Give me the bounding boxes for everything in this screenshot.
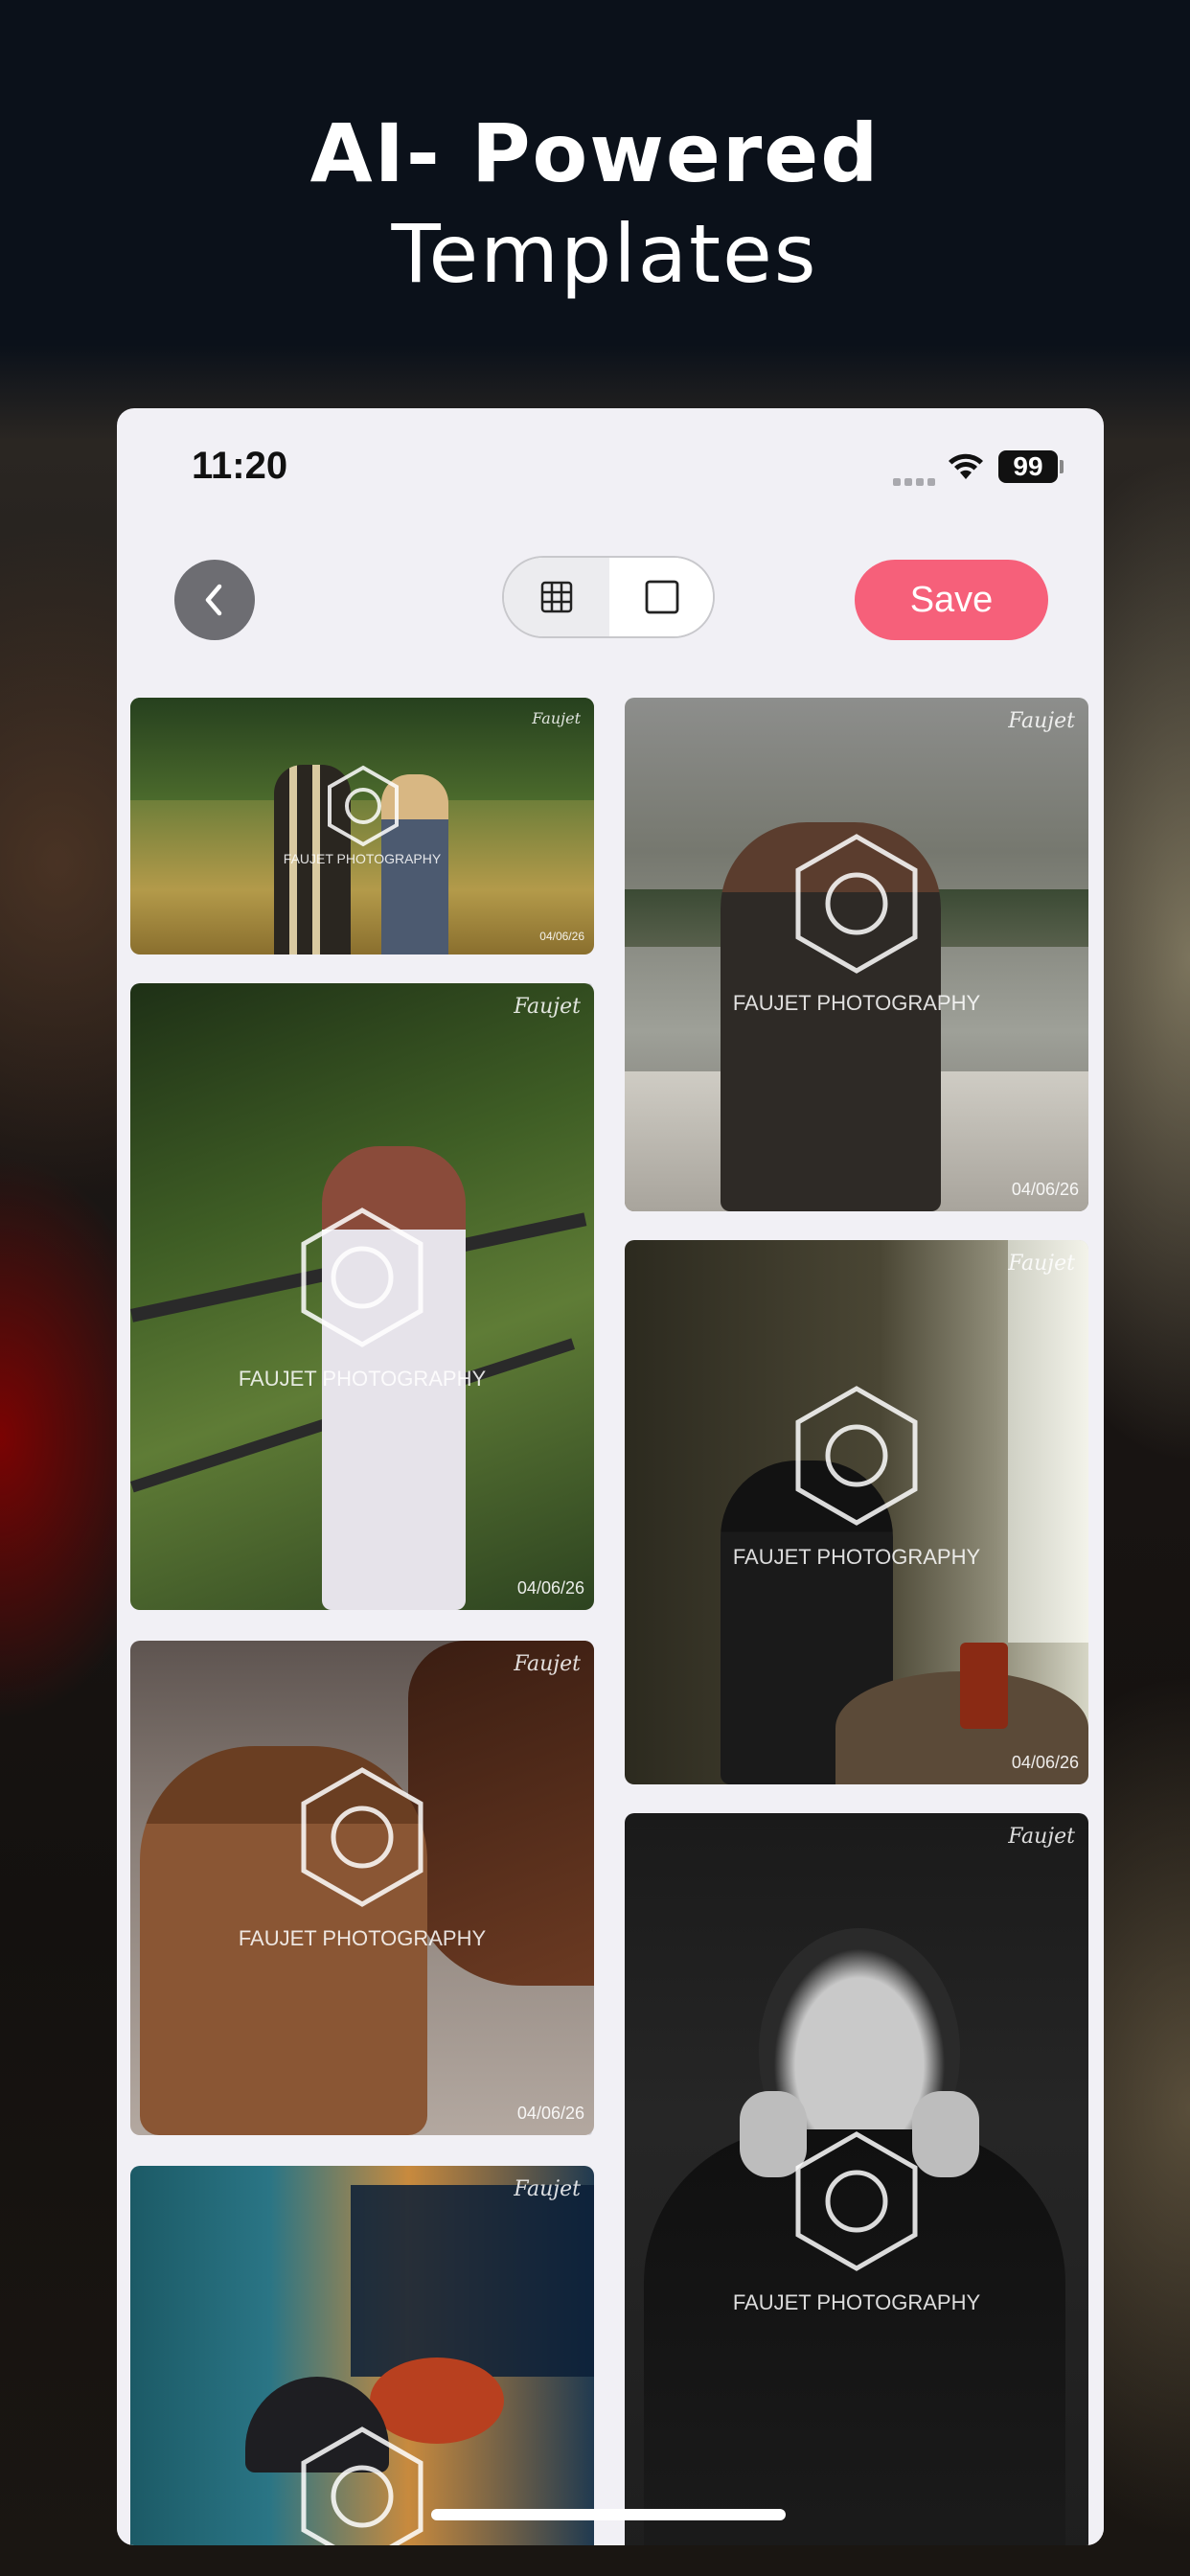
signature-text: Faujet [1008,1252,1075,1276]
watermark-logo-icon [301,1208,423,1347]
photo-tile[interactable]: FAUJET PHOTOGRAPHY Faujet 04/06/26 [130,698,594,954]
signature-text: Faujet [1008,709,1075,733]
signature-text: Faujet [514,2177,581,2201]
watermark-logo-icon [328,765,399,847]
app-screen: 11:20 99 Save FAUJET PHOTOGRAPHY Faujet … [117,408,1104,2545]
headline-line-2: Templates [391,207,818,301]
watermark-logo-icon [795,1386,918,1526]
photo-tile[interactable]: FAUJET PHOTOGRAPHY Faujet [625,1813,1088,2545]
watermark-logo-icon [301,2426,423,2545]
photo-tile[interactable]: FAUJET PHOTOGRAPHY Faujet 04/06/26 [130,1641,594,2135]
layout-toggle [502,556,715,638]
grid-icon [540,581,573,613]
photo-tile[interactable]: FAUJET PHOTOGRAPHY Faujet 04/06/26 [625,698,1088,1211]
battery-icon [1060,460,1064,473]
photo-tile[interactable]: FAUJET PHOTOGRAPHY Faujet 04/06/26 [625,1240,1088,1784]
single-view-button[interactable] [609,558,713,636]
promo-headline: AI- Powered Templates [0,105,1190,307]
watermark-logo-icon [795,834,918,974]
signature-text: Faujet [514,995,581,1019]
save-button[interactable]: Save [855,560,1048,640]
watermark-text: FAUJET PHOTOGRAPHY [283,851,442,866]
battery-level: 99 [998,450,1058,483]
watermark-logo-icon [301,1767,423,1907]
watermark-text: FAUJET PHOTOGRAPHY [732,2290,981,2314]
status-bar: 11:20 99 [117,408,1104,523]
square-icon [645,580,679,614]
status-time: 11:20 [192,445,288,487]
back-button[interactable] [174,560,255,640]
photo-date: 04/06/26 [516,2104,584,2123]
watermark-text: FAUJET PHOTOGRAPHY [732,1545,981,1569]
cellular-signal-icon [893,472,939,490]
watermark-text: FAUJET PHOTOGRAPHY [732,991,981,1015]
watermark-logo-icon [795,2131,918,2271]
photo-date: 04/06/26 [1011,1753,1079,1772]
photo-tile[interactable]: FAUJET PHOTOGRAPHY Faujet 04/06/26 [130,983,594,1610]
chevron-left-icon [205,584,222,616]
grid-view-button[interactable] [504,558,611,636]
photo-date: 04/06/26 [1011,1180,1079,1199]
watermark-text: FAUJET PHOTOGRAPHY [238,1926,487,1950]
signature-text: Faujet [1008,1825,1075,1849]
watermark-text: FAUJET PHOTOGRAPHY [238,1367,487,1391]
signature-text: Faujet [514,1652,581,1676]
headline-line-1: AI- Powered [309,106,881,200]
photo-tile[interactable]: Faujet [130,2166,594,2545]
signature-text: Faujet [532,709,581,727]
photo-grid: FAUJET PHOTOGRAPHY Faujet 04/06/26 FAUJE… [117,690,1104,2545]
photo-date: 04/06/26 [539,930,584,943]
photo-date: 04/06/26 [516,1578,584,1598]
wifi-icon [949,453,983,479]
toolbar: Save [117,552,1104,677]
home-indicator[interactable] [431,2509,786,2520]
